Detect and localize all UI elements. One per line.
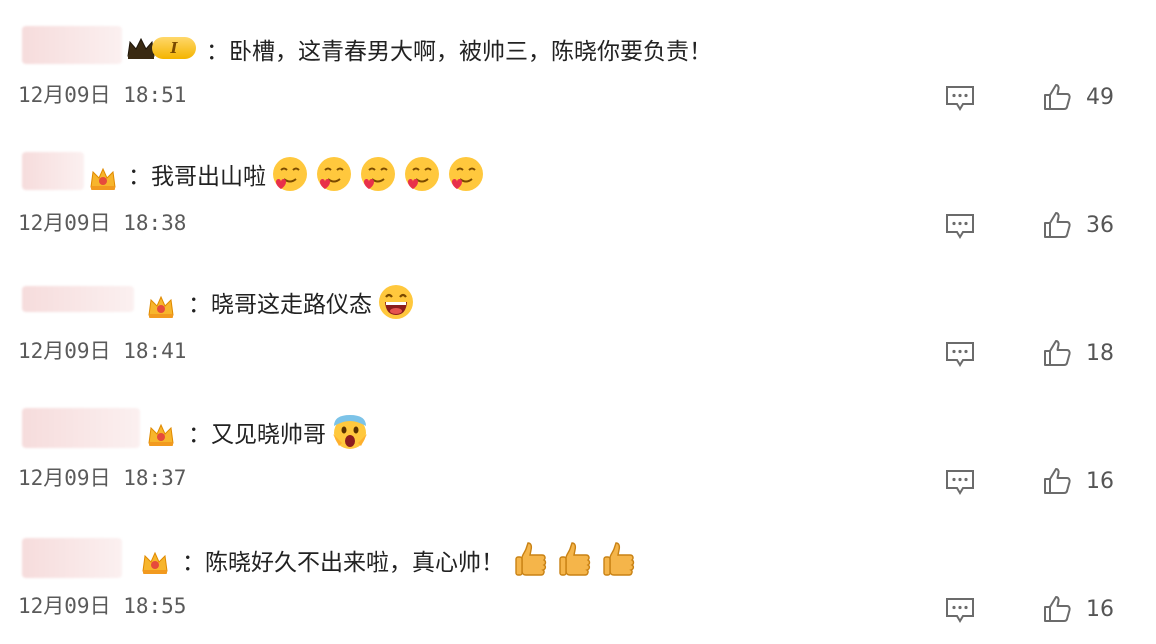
- comment-body: ：晓哥这走路仪态: [188, 292, 372, 318]
- like-button[interactable]: 18: [1042, 338, 1114, 368]
- like-button[interactable]: 36: [1042, 210, 1114, 240]
- thumbs-up-icon: [1044, 340, 1071, 366]
- screaming-emoji: [333, 415, 367, 449]
- comment-body: ：卧槽，这青春男大啊，被帅三，陈晓你要负责！: [206, 39, 712, 65]
- comment-item: I ：卧槽，这青春男大啊，被帅三，陈晓你要负责！ 12月09日 18:51 49: [0, 0, 1156, 128]
- laughing-emoji: [379, 285, 413, 319]
- comment-body: ：陈晓好久不出来啦，真心帅！: [182, 550, 504, 576]
- username-blurred[interactable]: [22, 538, 122, 578]
- reply-icon[interactable]: [944, 212, 976, 240]
- like-button[interactable]: 49: [1042, 82, 1114, 112]
- thumbs-up-icon: [1044, 212, 1071, 238]
- thumbs-up-emoji: [515, 542, 547, 576]
- comment-body: ：我哥出山啦: [128, 164, 266, 190]
- comment-text: ：我哥出山啦: [128, 154, 486, 194]
- drooling-heart-emoji: [361, 157, 395, 191]
- level-badge[interactable]: I: [126, 36, 196, 60]
- comment-item: ：我哥出山啦 12月09日 18:38 36: [0, 128, 1156, 256]
- like-button[interactable]: 16: [1042, 594, 1114, 624]
- vip-crown-icon[interactable]: [140, 550, 170, 576]
- drooling-heart-emoji: [317, 157, 351, 191]
- thumbs-up-emoji: [559, 542, 591, 576]
- comment-text: ：陈晓好久不出来啦，真心帅！: [182, 540, 636, 580]
- username-blurred[interactable]: [22, 286, 134, 312]
- reply-icon[interactable]: [944, 84, 976, 112]
- comment-timestamp: 12月09日 18:55: [18, 594, 187, 618]
- level-label: I: [152, 37, 196, 59]
- thumbs-up-icon: [1044, 468, 1071, 494]
- drooling-heart-emoji: [449, 157, 483, 191]
- comment-timestamp: 12月09日 18:41: [18, 339, 187, 363]
- like-count: 16: [1086, 596, 1114, 622]
- comment-text: ：又见晓帅哥: [188, 412, 370, 452]
- like-count: 49: [1086, 84, 1114, 110]
- reply-icon[interactable]: [944, 468, 976, 496]
- comment-item: ：陈晓好久不出来啦，真心帅！ 12月09日 18:55 16: [0, 512, 1156, 640]
- thumbs-up-icon: [1044, 596, 1071, 622]
- comment-text: ：卧槽，这青春男大啊，被帅三，陈晓你要负责！: [206, 34, 712, 65]
- like-count: 16: [1086, 468, 1114, 494]
- reply-icon[interactable]: [944, 596, 976, 624]
- like-count: 36: [1086, 212, 1114, 238]
- comment-timestamp: 12月09日 18:51: [18, 83, 187, 107]
- thumbs-up-emoji: [603, 542, 635, 576]
- vip-crown-icon[interactable]: [146, 294, 176, 320]
- username-blurred[interactable]: [22, 152, 84, 190]
- drooling-heart-emoji: [405, 157, 439, 191]
- comment-item: ：晓哥这走路仪态 12月09日 18:41 18: [0, 256, 1156, 384]
- like-button[interactable]: 16: [1042, 466, 1114, 496]
- comment-item: ：又见晓帅哥 12月09日 18:37 16: [0, 384, 1156, 512]
- thumbs-up-icon: [1044, 84, 1071, 110]
- comment-timestamp: 12月09日 18:37: [18, 466, 187, 490]
- username-blurred[interactable]: [22, 408, 140, 448]
- comment-text: ：晓哥这走路仪态: [188, 282, 416, 322]
- comment-timestamp: 12月09日 18:38: [18, 211, 187, 235]
- comment-body: ：又见晓帅哥: [188, 422, 326, 448]
- reply-icon[interactable]: [944, 340, 976, 368]
- drooling-heart-emoji: [273, 157, 307, 191]
- like-count: 18: [1086, 340, 1114, 366]
- vip-crown-icon[interactable]: [88, 166, 118, 192]
- vip-crown-icon[interactable]: [146, 422, 176, 448]
- username-blurred[interactable]: [22, 26, 122, 64]
